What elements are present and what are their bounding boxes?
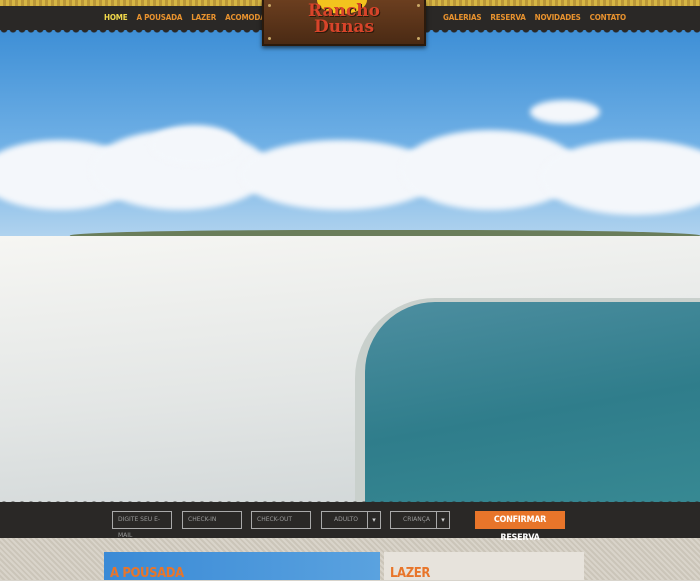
nav-right: GALERIAS RESERVA NOVIDADES CONTATO [443,13,626,22]
nav-novidades-link[interactable]: NOVIDADES [535,13,581,22]
checkin-input[interactable]: CHECK-IN [182,511,242,529]
nav-left: HOME A POUSADA LAZER ACOMODAÇÕES [104,13,286,22]
lagoon-water [365,302,700,502]
cloud [150,125,240,165]
hero-banner [0,30,700,502]
nail-decor [417,37,420,40]
nav-pousada-link[interactable]: A POUSADA [136,13,182,22]
nail-decor [268,37,271,40]
hero-sky [0,30,700,245]
email-input[interactable]: DIGITE SEU E-MAIL [112,511,172,539]
nav-contato-link[interactable]: CONTATO [590,13,626,22]
nav-galerias-link[interactable]: GALERIAS [443,13,482,22]
lazer-card-title: LAZER [390,566,430,581]
pousada-card-title: A POUSADA [110,566,184,581]
cloud [530,100,600,124]
lazer-card[interactable]: LAZER [384,552,584,581]
pousada-card[interactable]: A POUSADA [104,552,380,581]
adults-select[interactable]: ADULTO ▾ [321,511,381,529]
nav-reserva-link[interactable]: RESERVA [490,13,526,22]
children-select[interactable]: CRIANÇA ▾ [390,511,450,529]
children-select-value: CRIANÇA [403,516,431,523]
chevron-down-icon[interactable]: ▾ [436,512,449,528]
site-logo[interactable]: Rancho Dunas [262,0,426,46]
adults-select-value: ADULTO [334,516,359,523]
chevron-down-icon[interactable]: ▾ [367,512,380,528]
nav-home-link[interactable]: HOME [104,13,128,22]
confirm-reservation-button[interactable]: CONFIRMAR RESERVA [475,511,565,543]
nav-lazer-link[interactable]: LAZER [191,13,216,22]
logo-text-line2: Dunas [313,17,375,37]
checkout-input[interactable]: CHECK-OUT [251,511,311,529]
